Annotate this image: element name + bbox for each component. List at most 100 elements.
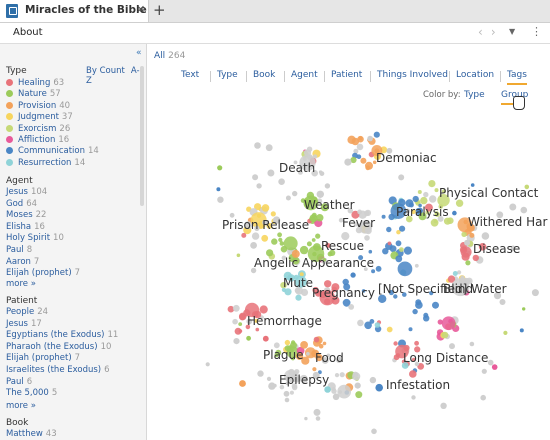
patient-item[interactable]: Pharaoh (the Exodus) 10 (6, 342, 111, 352)
miracle-dot[interactable] (348, 304, 355, 310)
patient-item[interactable]: People 24 (6, 307, 48, 317)
cluster-label[interactable]: Rescue (321, 239, 364, 253)
miracle-dot[interactable] (441, 331, 449, 339)
agent-item[interactable]: Elisha 16 (6, 222, 45, 232)
miracle-dot[interactable] (216, 187, 221, 192)
miracle-dot[interactable] (399, 247, 404, 253)
miracle-dot[interactable] (292, 190, 298, 197)
type-item[interactable]: Exorcism 26 (6, 124, 70, 134)
miracle-dot[interactable] (411, 395, 416, 400)
cluster-label[interactable]: Angelic Appearance (254, 256, 374, 270)
agent-item[interactable]: Elijah (prophet) 7 (6, 268, 80, 278)
miracle-dot[interactable] (278, 237, 283, 242)
miracle-dot[interactable] (428, 180, 436, 188)
cluster-label[interactable]: Infestation (386, 378, 450, 392)
miracle-dot[interactable] (251, 232, 260, 240)
miracle-dot[interactable] (375, 383, 383, 392)
more-options-icon[interactable]: ⋮ (531, 25, 542, 38)
cluster-label[interactable]: Plague (263, 348, 304, 362)
cluster-label[interactable]: Demoniac (376, 151, 437, 165)
miracle-dot[interactable] (387, 241, 392, 246)
miracle-dot[interactable] (412, 308, 418, 315)
patient-item[interactable]: Elijah (prophet) 7 (6, 353, 80, 363)
miracle-dot[interactable] (455, 199, 464, 207)
sort-by-count[interactable]: By Count (86, 66, 125, 76)
miracle-dot[interactable] (415, 301, 423, 309)
cluster-label[interactable]: Pregnancy (312, 286, 375, 300)
miracle-dot[interactable] (252, 174, 259, 181)
cluster-label[interactable]: Blind (443, 282, 473, 296)
forward-arrow-icon[interactable]: › (491, 25, 496, 39)
miracle-dot[interactable] (299, 245, 309, 255)
chevron-down-icon[interactable]: ▼ (509, 27, 515, 36)
miracle-dot[interactable] (256, 183, 262, 189)
miracle-dot[interactable] (461, 231, 467, 237)
about-menu[interactable]: About (13, 27, 43, 38)
miracle-dot[interactable] (304, 416, 308, 421)
miracle-dot[interactable] (440, 402, 447, 409)
miracle-dot[interactable] (246, 335, 251, 341)
cluster-label[interactable]: Withered Har (468, 215, 547, 229)
miracle-dot[interactable] (412, 195, 419, 203)
miracle-dot[interactable] (393, 341, 398, 346)
miracle-dot[interactable] (284, 339, 291, 346)
agent-item[interactable]: God 64 (6, 199, 37, 209)
miracle-dot[interactable] (205, 362, 210, 367)
miracle-dot[interactable] (369, 376, 377, 384)
bubble-cluster-visualization[interactable]: Death Demoniac Weather Physical Contact Para… (147, 44, 550, 440)
miracle-dot[interactable] (429, 195, 437, 203)
miracle-dot[interactable] (480, 394, 487, 401)
back-arrow-icon[interactable]: ‹ (478, 25, 483, 39)
miracle-dot[interactable] (344, 158, 352, 166)
miracle-dot[interactable] (291, 340, 296, 345)
miracle-dot[interactable] (270, 211, 276, 217)
miracle-dot[interactable] (261, 204, 270, 212)
miracle-dot[interactable] (371, 428, 377, 435)
miracle-dot[interactable] (452, 210, 457, 216)
cluster-label[interactable]: Epilepsy (279, 373, 329, 387)
miracle-dot[interactable] (434, 188, 439, 193)
miracle-dot[interactable] (403, 246, 412, 255)
miracle-dot[interactable] (430, 218, 439, 227)
miracle-dot[interactable] (491, 364, 498, 370)
miracle-dot[interactable] (364, 235, 370, 241)
miracle-dot[interactable] (313, 336, 320, 343)
miracle-dot[interactable] (364, 321, 372, 330)
patient-item[interactable]: Paul 6 (6, 377, 32, 387)
cluster-label[interactable]: Fever (342, 216, 375, 230)
miracle-dot[interactable] (374, 322, 381, 328)
cluster-label[interactable]: Weather (304, 198, 355, 212)
miracle-dot[interactable] (365, 165, 371, 171)
miracle-dot[interactable] (257, 370, 264, 377)
miracle-dot[interactable] (487, 359, 494, 366)
type-item[interactable]: Resurrection 14 (6, 158, 85, 168)
miracle-dot[interactable] (441, 316, 456, 331)
miracle-dot[interactable] (531, 289, 539, 297)
miracle-dot[interactable] (339, 372, 345, 378)
miracle-dot[interactable] (355, 391, 363, 399)
miracle-dot[interactable] (322, 341, 327, 346)
miracle-dot[interactable] (357, 319, 364, 327)
patient-item[interactable]: Israelites (the Exodus) 6 (6, 365, 110, 375)
miracle-dot[interactable] (238, 312, 247, 321)
miracle-dot[interactable] (238, 322, 243, 326)
type-item[interactable]: Judgment 37 (6, 112, 73, 122)
miracle-dot[interactable] (464, 239, 471, 246)
agent-item[interactable]: Paul 8 (6, 245, 32, 255)
miracle-dot[interactable] (395, 255, 403, 263)
miracle-dot[interactable] (503, 330, 508, 335)
miracle-dot[interactable] (306, 352, 310, 356)
miracle-dot[interactable] (259, 305, 268, 314)
miracle-dot[interactable] (368, 249, 373, 254)
agent-item[interactable]: Aaron 7 (6, 257, 39, 267)
patient-item[interactable]: Egyptians (the Exodus) 11 (6, 330, 118, 340)
miracle-dot[interactable] (452, 271, 458, 276)
miracle-dot[interactable] (481, 232, 490, 240)
miracle-dot[interactable] (409, 370, 417, 378)
book-item[interactable]: Matthew 43 (6, 429, 57, 439)
bubble-cluster[interactable] (436, 316, 460, 341)
miracle-dot[interactable] (373, 131, 380, 138)
cluster-label[interactable]: Long Distance (403, 351, 488, 365)
miracle-dot[interactable] (324, 386, 331, 393)
cluster-label[interactable]: Death (279, 161, 315, 175)
